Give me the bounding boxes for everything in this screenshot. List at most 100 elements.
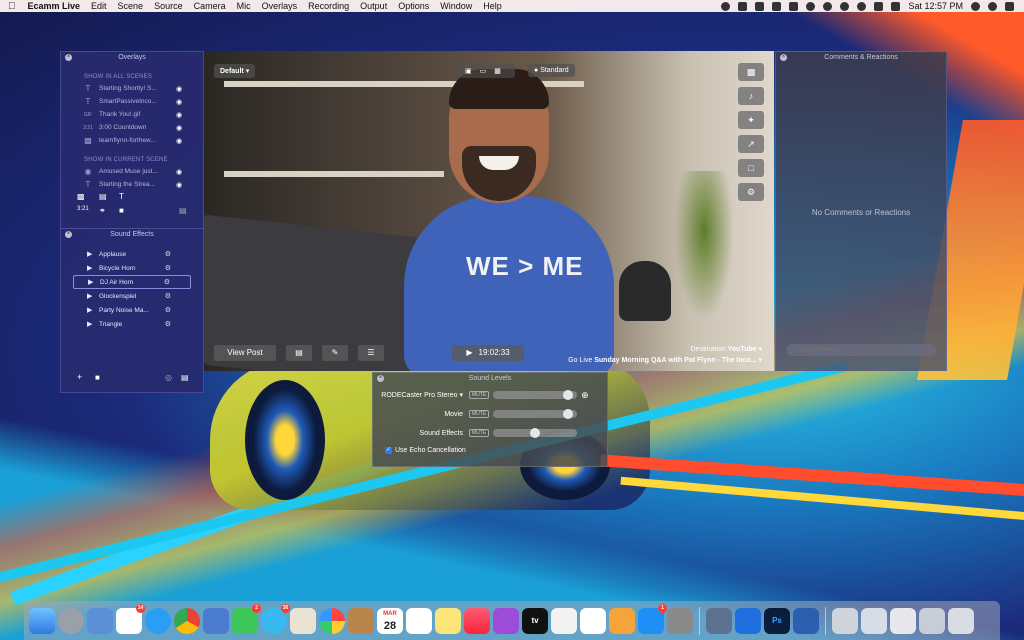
notes-icon[interactable] [435, 607, 461, 634]
camera-icon[interactable]: ▣ [465, 68, 480, 75]
trash-icon[interactable]: ▤ [286, 345, 312, 361]
sound-effect-item[interactable]: ▶ Glockenspiel ⚙ [73, 289, 191, 303]
recent-window-icon[interactable] [861, 607, 887, 634]
trash-icon[interactable] [948, 607, 974, 634]
volume-slider[interactable] [493, 428, 578, 438]
echo-cancellation-option[interactable]: ✓ Use Echo Cancellation [385, 447, 466, 454]
add-image-overlay-icon[interactable]: ▩ [77, 192, 85, 201]
menubar-clock[interactable]: Sat 12:57 PM [908, 1, 963, 11]
safari-icon[interactable] [145, 607, 171, 634]
settings-gear-icon[interactable]: ⚙ [738, 183, 764, 201]
input-device-selector[interactable]: RODECaster Pro Stereo ▾ [373, 391, 469, 399]
gear-icon[interactable]: ⚙ [165, 264, 171, 272]
eye-icon[interactable]: ◉ [176, 137, 186, 145]
eye-icon[interactable]: ◉ [176, 181, 186, 189]
menu-window[interactable]: Window [440, 1, 472, 11]
system-preferences-icon[interactable] [667, 607, 693, 634]
photos-icon[interactable] [319, 607, 345, 634]
slider-knob[interactable] [563, 390, 574, 400]
spotlight-icon[interactable] [971, 1, 980, 11]
drive-icon[interactable] [789, 1, 799, 11]
new-folder-icon[interactable]: ■ [119, 206, 124, 215]
add-text-overlay-icon[interactable]: T [119, 192, 124, 201]
numbers-icon[interactable] [580, 607, 606, 634]
skype-icon[interactable] [806, 1, 816, 11]
play-icon[interactable]: ▶ [87, 320, 99, 328]
siri-icon[interactable] [988, 1, 997, 11]
sound-effect-item-selected[interactable]: ▶ DJ Air Horn ⚙ [73, 275, 191, 289]
keynote-icon[interactable] [87, 607, 113, 634]
sound-effect-item[interactable]: ▶ Party Noise Ma... ⚙ [73, 303, 191, 317]
music-icon[interactable] [464, 607, 490, 634]
mixer-sliders-icon[interactable]: ☰ [358, 345, 384, 361]
volume-slider[interactable] [493, 390, 578, 400]
reminders-icon[interactable] [406, 607, 432, 634]
eye-icon[interactable]: ◉ [176, 111, 186, 119]
sound-effect-item[interactable]: ▶ Bicycle Horn ⚙ [73, 261, 191, 275]
menu-camera[interactable]: Camera [194, 1, 226, 11]
chrome-icon[interactable] [174, 607, 200, 634]
play-icon[interactable]: ▶ [87, 292, 99, 300]
destination-selector[interactable]: Destination YouTube ▾ [691, 345, 762, 353]
slider-knob[interactable] [530, 428, 541, 438]
scene-selector[interactable]: Default ▾ [214, 64, 256, 78]
recent-window-icon[interactable] [890, 607, 916, 634]
bluetooth-icon[interactable] [840, 1, 850, 11]
launchpad-icon[interactable] [58, 607, 84, 634]
mute-button[interactable]: MUTE [469, 429, 490, 437]
pages-icon[interactable] [609, 607, 635, 634]
comment-input[interactable] [786, 344, 936, 356]
cast-icon[interactable] [738, 1, 748, 11]
notebook-icon[interactable] [348, 607, 374, 634]
notification-center-icon[interactable] [1005, 1, 1014, 11]
overlay-item[interactable]: ▩ teamflynn-forthew... ◉ [61, 134, 203, 147]
gear-icon[interactable]: ⚙ [164, 278, 170, 286]
add-video-overlay-icon[interactable]: ▤ [99, 192, 107, 201]
add-source-icon[interactable]: ⊕ [581, 390, 589, 401]
overlay-item[interactable]: 3:21 3:00 Countdown ◉ [61, 121, 203, 134]
share-screen-icon[interactable]: ↗ [738, 135, 764, 153]
overlay-item[interactable]: GIF Thank You!.gif ◉ [61, 108, 203, 121]
menu-help[interactable]: Help [483, 1, 502, 11]
magic-wand-icon[interactable]: ✦ [738, 111, 764, 129]
apple-tv-icon[interactable]: tv [522, 607, 548, 634]
recent-window-icon[interactable] [919, 607, 945, 634]
play-icon[interactable]: ▶ [87, 306, 99, 314]
film-icon[interactable]: ▦ [494, 68, 509, 75]
recent-window-icon[interactable] [832, 607, 858, 634]
podcasts-icon[interactable] [493, 607, 519, 634]
microphone-settings-icon[interactable]: ♪ [738, 87, 764, 105]
add-countdown-icon[interactable]: 3:21 [77, 206, 89, 212]
eye-icon[interactable]: ◉ [176, 168, 186, 176]
sound-effect-item[interactable]: ▶ Applause ⚙ [73, 247, 191, 261]
add-sound-icon[interactable]: + [77, 372, 82, 382]
close-icon[interactable]: × [65, 231, 72, 238]
picture-in-picture-icon[interactable]: ▩ [738, 63, 764, 81]
calendar-icon[interactable]: MAR 28 [377, 607, 403, 634]
maps-icon[interactable] [290, 607, 316, 634]
gear-icon[interactable]: ⚙ [165, 292, 171, 300]
layout-selector[interactable]: ● Standard [528, 64, 575, 77]
menu-mic[interactable]: Mic [237, 1, 251, 11]
battery-icon[interactable] [891, 1, 901, 11]
overlay-item[interactable]: ◉ Amused Muse just... ◉ [61, 165, 203, 178]
dropbox-icon[interactable] [772, 1, 782, 11]
time-machine-icon[interactable] [823, 1, 833, 11]
preview-icon[interactable] [203, 607, 229, 634]
app-store-icon[interactable]: 1 [638, 603, 667, 634]
close-icon[interactable]: × [780, 54, 787, 61]
trash-icon[interactable]: ▤ [181, 373, 189, 382]
checkbox-checked[interactable]: ✓ [385, 447, 392, 454]
overlay-item[interactable]: T SmartPassiveInco... ◉ [61, 95, 203, 108]
photoshop-icon[interactable]: Ps [764, 607, 790, 634]
add-web-overlay-icon[interactable]: ⚭ [99, 206, 106, 215]
play-icon[interactable]: ▶ [87, 264, 99, 272]
news-icon[interactable] [551, 607, 577, 634]
volume-icon[interactable] [874, 1, 884, 11]
menu-options[interactable]: Options [398, 1, 429, 11]
menu-source[interactable]: Source [154, 1, 183, 11]
messages-icon[interactable]: 36 [261, 603, 290, 634]
new-folder-icon[interactable]: ■ [95, 373, 100, 382]
volume-slider[interactable] [493, 409, 578, 419]
overlay-item[interactable]: T Starting the Strea... ◉ [61, 178, 203, 191]
